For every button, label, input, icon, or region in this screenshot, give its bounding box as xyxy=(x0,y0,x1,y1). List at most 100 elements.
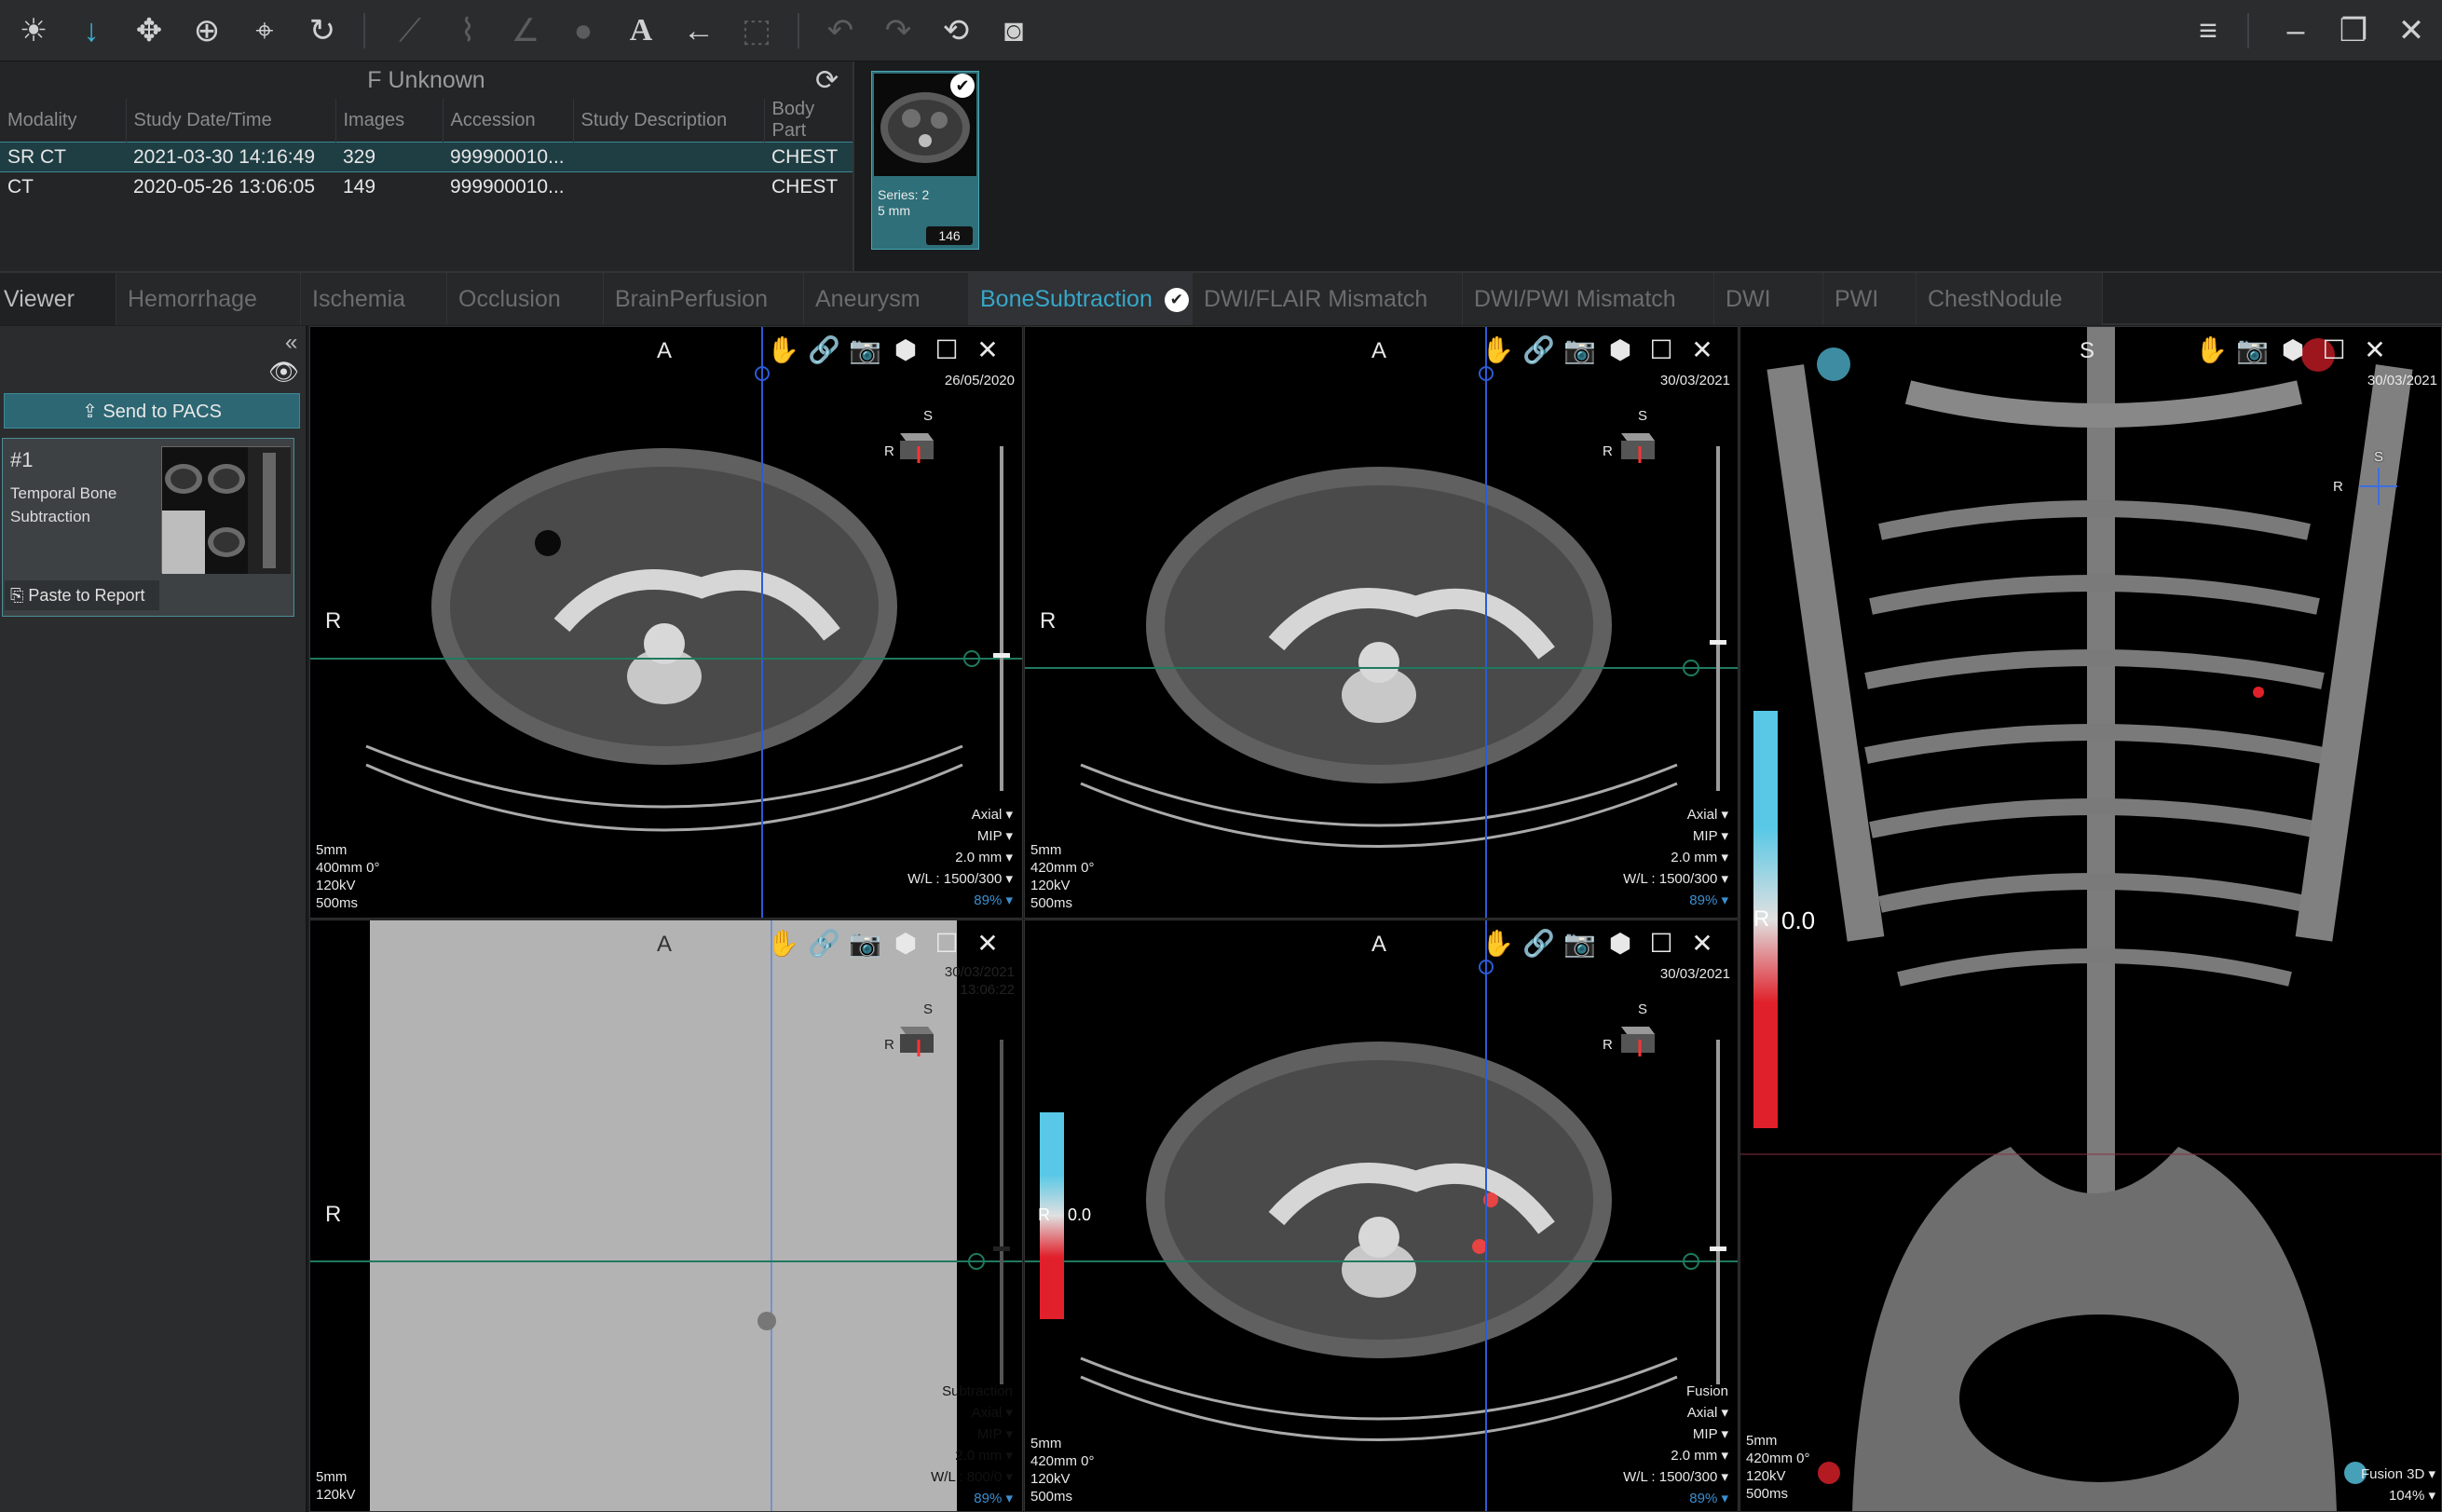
close-viewport-icon[interactable]: ✕ xyxy=(2359,334,2391,366)
slab-thickness-select[interactable]: 2.0 mm ▾ xyxy=(907,847,1013,868)
orientation-cube[interactable] xyxy=(1614,1021,1657,1056)
tab-dwi[interactable]: DWI xyxy=(1714,273,1823,325)
tab-brainperfusion[interactable]: BrainPerfusion xyxy=(604,273,804,325)
view-plane-select[interactable]: Axial ▾ xyxy=(1623,804,1728,825)
orientation-cube[interactable] xyxy=(893,1021,935,1056)
slab-thickness-select[interactable]: 2.0 mm ▾ xyxy=(931,1445,1013,1466)
orientation-cube[interactable] xyxy=(1614,428,1657,463)
orientation-cube[interactable] xyxy=(893,428,935,463)
column-header-accession[interactable]: Accession xyxy=(443,99,574,143)
window-level-select[interactable]: W/L : 1500/300 ▾ xyxy=(907,868,1013,890)
viewport-subtraction[interactable]: A R ✋ 🔗 📷 ⬢ ☐ ✕ 30/03/2021 13:06:22 S R … xyxy=(309,919,1023,1512)
send-to-pacs-button[interactable]: ⇪ Send to PACS xyxy=(4,393,300,429)
render-mode-select[interactable]: MIP ▾ xyxy=(907,825,1013,847)
viewport-fusion[interactable]: A ✋ 🔗 📷 ⬢ ☐ ✕ 30/03/2021 S R R 0.0 5mm 4… xyxy=(1024,919,1739,1512)
tab-pwi[interactable]: PWI xyxy=(1823,273,1917,325)
pan-hand-icon[interactable]: ✋ xyxy=(1481,928,1514,960)
window-level-select[interactable]: W/L : 800/0 ▾ xyxy=(931,1466,1013,1488)
zoom-select[interactable]: 89% ▾ xyxy=(1623,1488,1728,1509)
zoom-icon[interactable]: ⊕ xyxy=(184,8,229,53)
tab-dwi-pwi-mismatch[interactable]: DWI/PWI Mismatch xyxy=(1463,273,1714,325)
zoom-select[interactable]: 89% ▾ xyxy=(1623,890,1728,911)
column-header-images[interactable]: Images xyxy=(335,99,443,143)
render-mode-select[interactable]: Fusion 3D ▾ xyxy=(2361,1464,2435,1485)
close-viewport-icon[interactable]: ✕ xyxy=(1686,928,1718,960)
column-header-description[interactable]: Study Description xyxy=(573,99,765,143)
render-mode-select[interactable]: MIP ▾ xyxy=(1623,1423,1728,1445)
viewport-fusion-3d[interactable]: S ✋ 📷 ⬢ ☐ ✕ 30/03/2021 S R R 0.0 5mm 420… xyxy=(1739,326,2442,1512)
tab-aneurysm[interactable]: Aneurysm xyxy=(804,273,969,325)
close-viewport-icon[interactable]: ✕ xyxy=(972,928,1003,960)
slab-thickness-select[interactable]: 2.0 mm ▾ xyxy=(1623,1445,1728,1466)
zoom-select[interactable]: 104% ▾ xyxy=(2361,1485,2435,1506)
tab-bonesubtraction[interactable]: BoneSubtraction ✔ xyxy=(969,273,1193,325)
camera-icon[interactable]: 📷 xyxy=(849,928,881,960)
link-icon[interactable]: 🔗 xyxy=(1522,928,1555,960)
ruler-icon[interactable]: ⟋ xyxy=(388,8,432,53)
maximize-icon[interactable]: ☐ xyxy=(1645,928,1677,960)
slice-slider[interactable] xyxy=(993,446,1010,791)
link-icon[interactable]: 🔗 xyxy=(808,928,840,960)
paste-to-report-button[interactable]: ⎘ Paste to Report xyxy=(5,580,159,610)
angle-icon[interactable]: ∠ xyxy=(503,8,548,53)
slider-knob[interactable] xyxy=(1710,640,1726,645)
reset-icon[interactable]: ⟲ xyxy=(934,8,978,53)
pan-hand-icon[interactable]: ✋ xyxy=(1481,334,1514,366)
minimize-icon[interactable]: – xyxy=(2273,8,2318,53)
pan-icon[interactable]: ✥ xyxy=(127,8,171,53)
pan-hand-icon[interactable]: ✋ xyxy=(767,334,799,366)
3d-cube-icon[interactable]: ⬢ xyxy=(890,334,921,366)
zoom-select[interactable]: 89% ▾ xyxy=(907,890,1013,911)
window-level-select[interactable]: W/L : 1500/300 ▾ xyxy=(1623,1466,1728,1488)
camera-icon[interactable]: 📷 xyxy=(849,334,881,366)
column-header-date[interactable]: Study Date/Time xyxy=(126,99,336,143)
restore-icon[interactable]: ❐ xyxy=(2331,8,2376,53)
tab-viewer[interactable]: Viewer xyxy=(0,273,116,325)
link-icon[interactable]: 🔗 xyxy=(808,334,840,366)
view-plane-select[interactable]: Axial ▾ xyxy=(931,1402,1013,1423)
maximize-icon[interactable]: ☐ xyxy=(931,928,962,960)
3d-cube-icon[interactable]: ⬢ xyxy=(1604,928,1636,960)
scroll-icon[interactable]: ↓ xyxy=(69,8,114,53)
view-plane-select[interactable]: Axial ▾ xyxy=(1623,1402,1728,1423)
maximize-icon[interactable]: ☐ xyxy=(931,334,962,366)
3d-cube-icon[interactable]: ⬢ xyxy=(890,928,921,960)
table-row[interactable]: SR CT 2021-03-30 14:16:49 329 999900010.… xyxy=(0,142,853,172)
window-level-icon[interactable]: ☀ xyxy=(11,8,56,53)
ellipse-roi-icon[interactable]: ● xyxy=(561,8,606,53)
slider-knob[interactable] xyxy=(1710,1246,1726,1251)
slider-knob[interactable] xyxy=(993,653,1010,658)
tab-ischemia[interactable]: Ischemia xyxy=(301,273,447,325)
link-icon[interactable]: 🔗 xyxy=(1522,334,1555,366)
render-mode-select[interactable]: MIP ▾ xyxy=(931,1423,1013,1445)
viewport-baseline-axial[interactable]: A R ✋ 🔗 📷 ⬢ ☐ ✕ 26/05/2020 S R 5mm 400mm… xyxy=(309,326,1023,919)
zoom-select[interactable]: 89% ▾ xyxy=(931,1488,1013,1509)
visibility-eye-icon[interactable]: 👁 xyxy=(268,358,299,387)
slab-thickness-select[interactable]: 2.0 mm ▾ xyxy=(1623,847,1728,868)
polyline-icon[interactable]: ⌇ xyxy=(445,8,490,53)
undo-icon[interactable]: ↶ xyxy=(818,8,863,53)
render-mode-select[interactable]: MIP ▾ xyxy=(1623,825,1728,847)
column-header-modality[interactable]: Modality xyxy=(0,99,127,143)
camera-icon[interactable]: 📷 xyxy=(1563,334,1596,366)
tab-occlusion[interactable]: Occlusion xyxy=(447,273,604,325)
refresh-icon[interactable]: ⟳ xyxy=(815,64,839,97)
series-thumbnail[interactable]: ✔ Series: 2 5 mm 146 xyxy=(871,71,979,250)
slider-knob[interactable] xyxy=(993,1246,1010,1251)
camera-icon[interactable]: 📷 xyxy=(1563,928,1596,960)
viewport-followup-axial[interactable]: A R ✋ 🔗 📷 ⬢ ☐ ✕ 30/03/2021 S R 5mm 420mm… xyxy=(1024,326,1739,919)
pan-hand-icon[interactable]: ✋ xyxy=(767,928,799,960)
slice-slider[interactable] xyxy=(1710,446,1726,791)
tab-chestnodule[interactable]: ChestNodule xyxy=(1917,273,2103,325)
window-level-select[interactable]: W/L : 1500/300 ▾ xyxy=(1623,868,1728,890)
screenshot-icon[interactable]: ◙ xyxy=(991,8,1036,53)
3d-cube-icon[interactable]: ⬢ xyxy=(1604,334,1636,366)
camera-icon[interactable]: 📷 xyxy=(2236,334,2269,366)
tab-hemorrhage[interactable]: Hemorrhage xyxy=(116,273,301,325)
close-viewport-icon[interactable]: ✕ xyxy=(1686,334,1718,366)
text-annotation-icon[interactable]: A xyxy=(619,8,663,53)
3d-cube-icon[interactable]: ⬢ xyxy=(2277,334,2309,366)
view-plane-select[interactable]: Axial ▾ xyxy=(907,804,1013,825)
table-row[interactable]: CT 2020-05-26 13:06:05 149 999900010... … xyxy=(0,172,853,202)
redo-icon[interactable]: ↷ xyxy=(876,8,921,53)
